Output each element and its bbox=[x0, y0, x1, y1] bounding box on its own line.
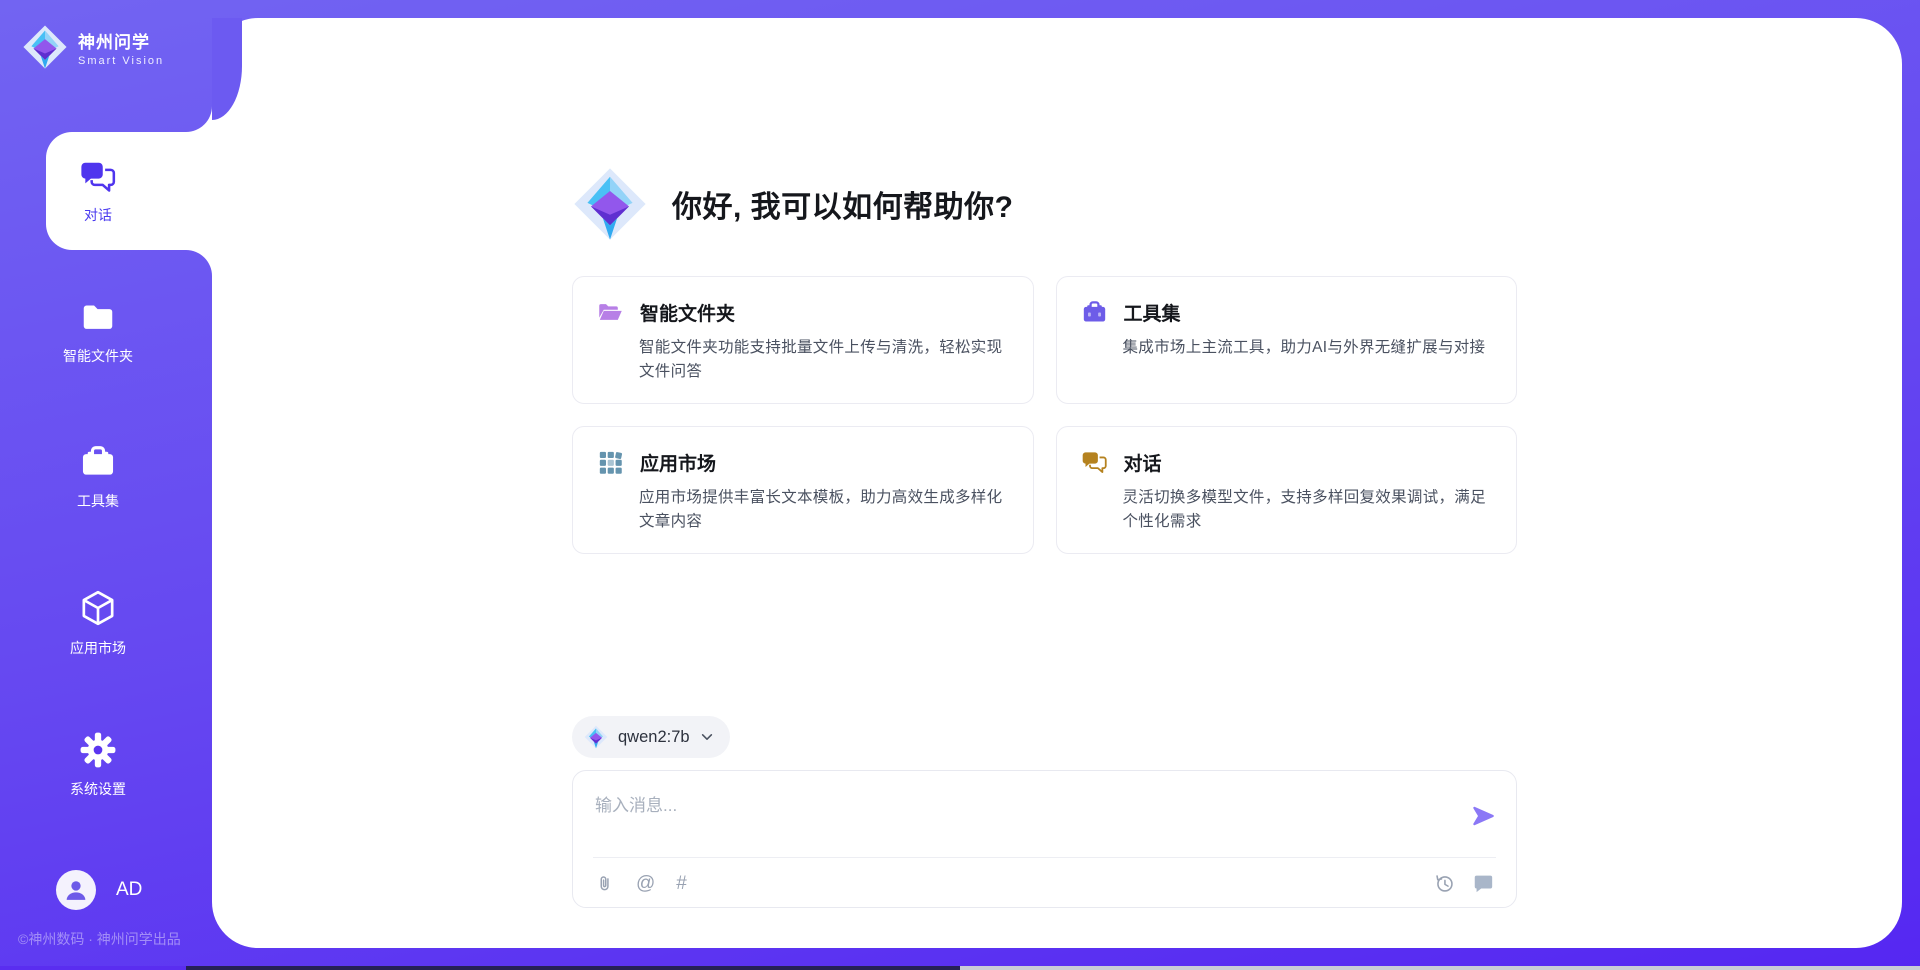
card-description: 集成市场上主流工具，助力AI与外界无缝扩展与对接 bbox=[1123, 336, 1495, 360]
folder-icon bbox=[79, 298, 117, 336]
grid-icon bbox=[597, 449, 624, 476]
paperclip-icon bbox=[595, 873, 615, 893]
card-title: 对话 bbox=[1124, 449, 1162, 476]
message-composer: @ # bbox=[572, 770, 1517, 908]
greeting: 你好, 我可以如何帮助你? bbox=[572, 166, 1014, 242]
brand-subtitle: Smart Vision bbox=[78, 55, 164, 67]
card-toolset[interactable]: 工具集 集成市场上主流工具，助力AI与外界无缝扩展与对接 bbox=[1056, 276, 1518, 404]
chat-icon bbox=[1081, 449, 1108, 476]
sidebar-item-label: 智能文件夹 bbox=[63, 346, 133, 366]
window-bottom-edge bbox=[0, 966, 1920, 970]
history-icon bbox=[1434, 873, 1455, 894]
sidebar-item-label: 系统设置 bbox=[70, 779, 126, 799]
composer-right-tools bbox=[1434, 858, 1494, 908]
sidebar-item-smart-folder[interactable]: 智能文件夹 bbox=[36, 298, 160, 366]
gear-icon bbox=[79, 731, 117, 769]
brand: 神州问学 Smart Vision bbox=[22, 24, 164, 70]
person-icon bbox=[62, 876, 90, 904]
chevron-down-icon bbox=[700, 730, 714, 744]
copyright-footer: ©神州数码 · 神州问学出品 bbox=[18, 929, 218, 949]
chat-bubble-icon bbox=[1472, 872, 1494, 894]
greeting-text: 你好, 我可以如何帮助你? bbox=[672, 182, 1014, 226]
model-selector[interactable]: qwen2:7b bbox=[572, 716, 730, 758]
card-smart-folder[interactable]: 智能文件夹 智能文件夹功能支持批量文件上传与清洗，轻松实现文件问答 bbox=[572, 276, 1034, 404]
hash-icon: # bbox=[676, 873, 687, 894]
toolbox-icon bbox=[79, 443, 117, 481]
card-title: 应用市场 bbox=[640, 449, 716, 476]
feedback-button[interactable] bbox=[1472, 872, 1494, 894]
sidebar-item-label: 对话 bbox=[84, 205, 112, 225]
sidebar-item-app-market[interactable]: 应用市场 bbox=[36, 588, 160, 658]
sidebar-item-settings[interactable]: 系统设置 bbox=[36, 731, 160, 799]
brand-name: 神州问学 bbox=[78, 28, 164, 53]
model-diamond-icon bbox=[584, 725, 608, 749]
sidebar-item-label: 工具集 bbox=[77, 491, 119, 511]
sidebar-item-label: 应用市场 bbox=[70, 638, 126, 658]
card-description: 应用市场提供丰富长文本模板，助力高效生成多样化文章内容 bbox=[639, 486, 1011, 534]
send-icon bbox=[1470, 803, 1496, 829]
toolbox-icon bbox=[1081, 299, 1108, 326]
history-button[interactable] bbox=[1434, 873, 1455, 894]
model-name: qwen2:7b bbox=[618, 728, 690, 747]
composer-divider bbox=[593, 857, 1496, 858]
sidebar-item-toolset[interactable]: 工具集 bbox=[36, 443, 160, 511]
card-description: 智能文件夹功能支持批量文件上传与清洗，轻松实现文件问答 bbox=[639, 336, 1011, 384]
avatar bbox=[56, 870, 96, 910]
card-description: 灵活切换多模型文件，支持多样回复效果调试，满足个性化需求 bbox=[1123, 486, 1495, 534]
greeting-diamond-icon bbox=[572, 166, 648, 242]
user-initials: AD bbox=[116, 879, 142, 901]
app-root: 神州问学 Smart Vision 对话 智能文件夹 工具集 应用市场 系统设置 bbox=[0, 0, 1920, 970]
content-area: 你好, 我可以如何帮助你? 智能文件夹 智能文件夹功能支持批量文件上传与清洗，轻… bbox=[572, 18, 1517, 948]
attach-button[interactable] bbox=[595, 873, 615, 893]
feature-cards: 智能文件夹 智能文件夹功能支持批量文件上传与清洗，轻松实现文件问答 工具集 集成… bbox=[572, 276, 1517, 554]
brand-diamond-icon bbox=[22, 24, 68, 70]
card-chat[interactable]: 对话 灵活切换多模型文件，支持多样回复效果调试，满足个性化需求 bbox=[1056, 426, 1518, 554]
card-app-market[interactable]: 应用市场 应用市场提供丰富长文本模板，助力高效生成多样化文章内容 bbox=[572, 426, 1034, 554]
user-account[interactable]: AD bbox=[56, 870, 142, 910]
card-title: 智能文件夹 bbox=[640, 299, 735, 326]
sidebar: 神州问学 Smart Vision 对话 智能文件夹 工具集 应用市场 系统设置 bbox=[0, 0, 212, 970]
composer-toolbar: @ # bbox=[595, 858, 687, 908]
sidebar-item-chat[interactable]: 对话 bbox=[46, 132, 150, 250]
folder-open-icon bbox=[597, 299, 624, 326]
topic-button[interactable]: # bbox=[676, 874, 687, 893]
send-button[interactable] bbox=[1470, 803, 1496, 834]
card-title: 工具集 bbox=[1124, 299, 1181, 326]
message-input[interactable] bbox=[595, 789, 1385, 823]
chat-icon bbox=[79, 158, 117, 196]
mention-button[interactable]: @ bbox=[636, 874, 655, 893]
cube-icon bbox=[78, 588, 118, 628]
at-icon: @ bbox=[636, 873, 655, 894]
